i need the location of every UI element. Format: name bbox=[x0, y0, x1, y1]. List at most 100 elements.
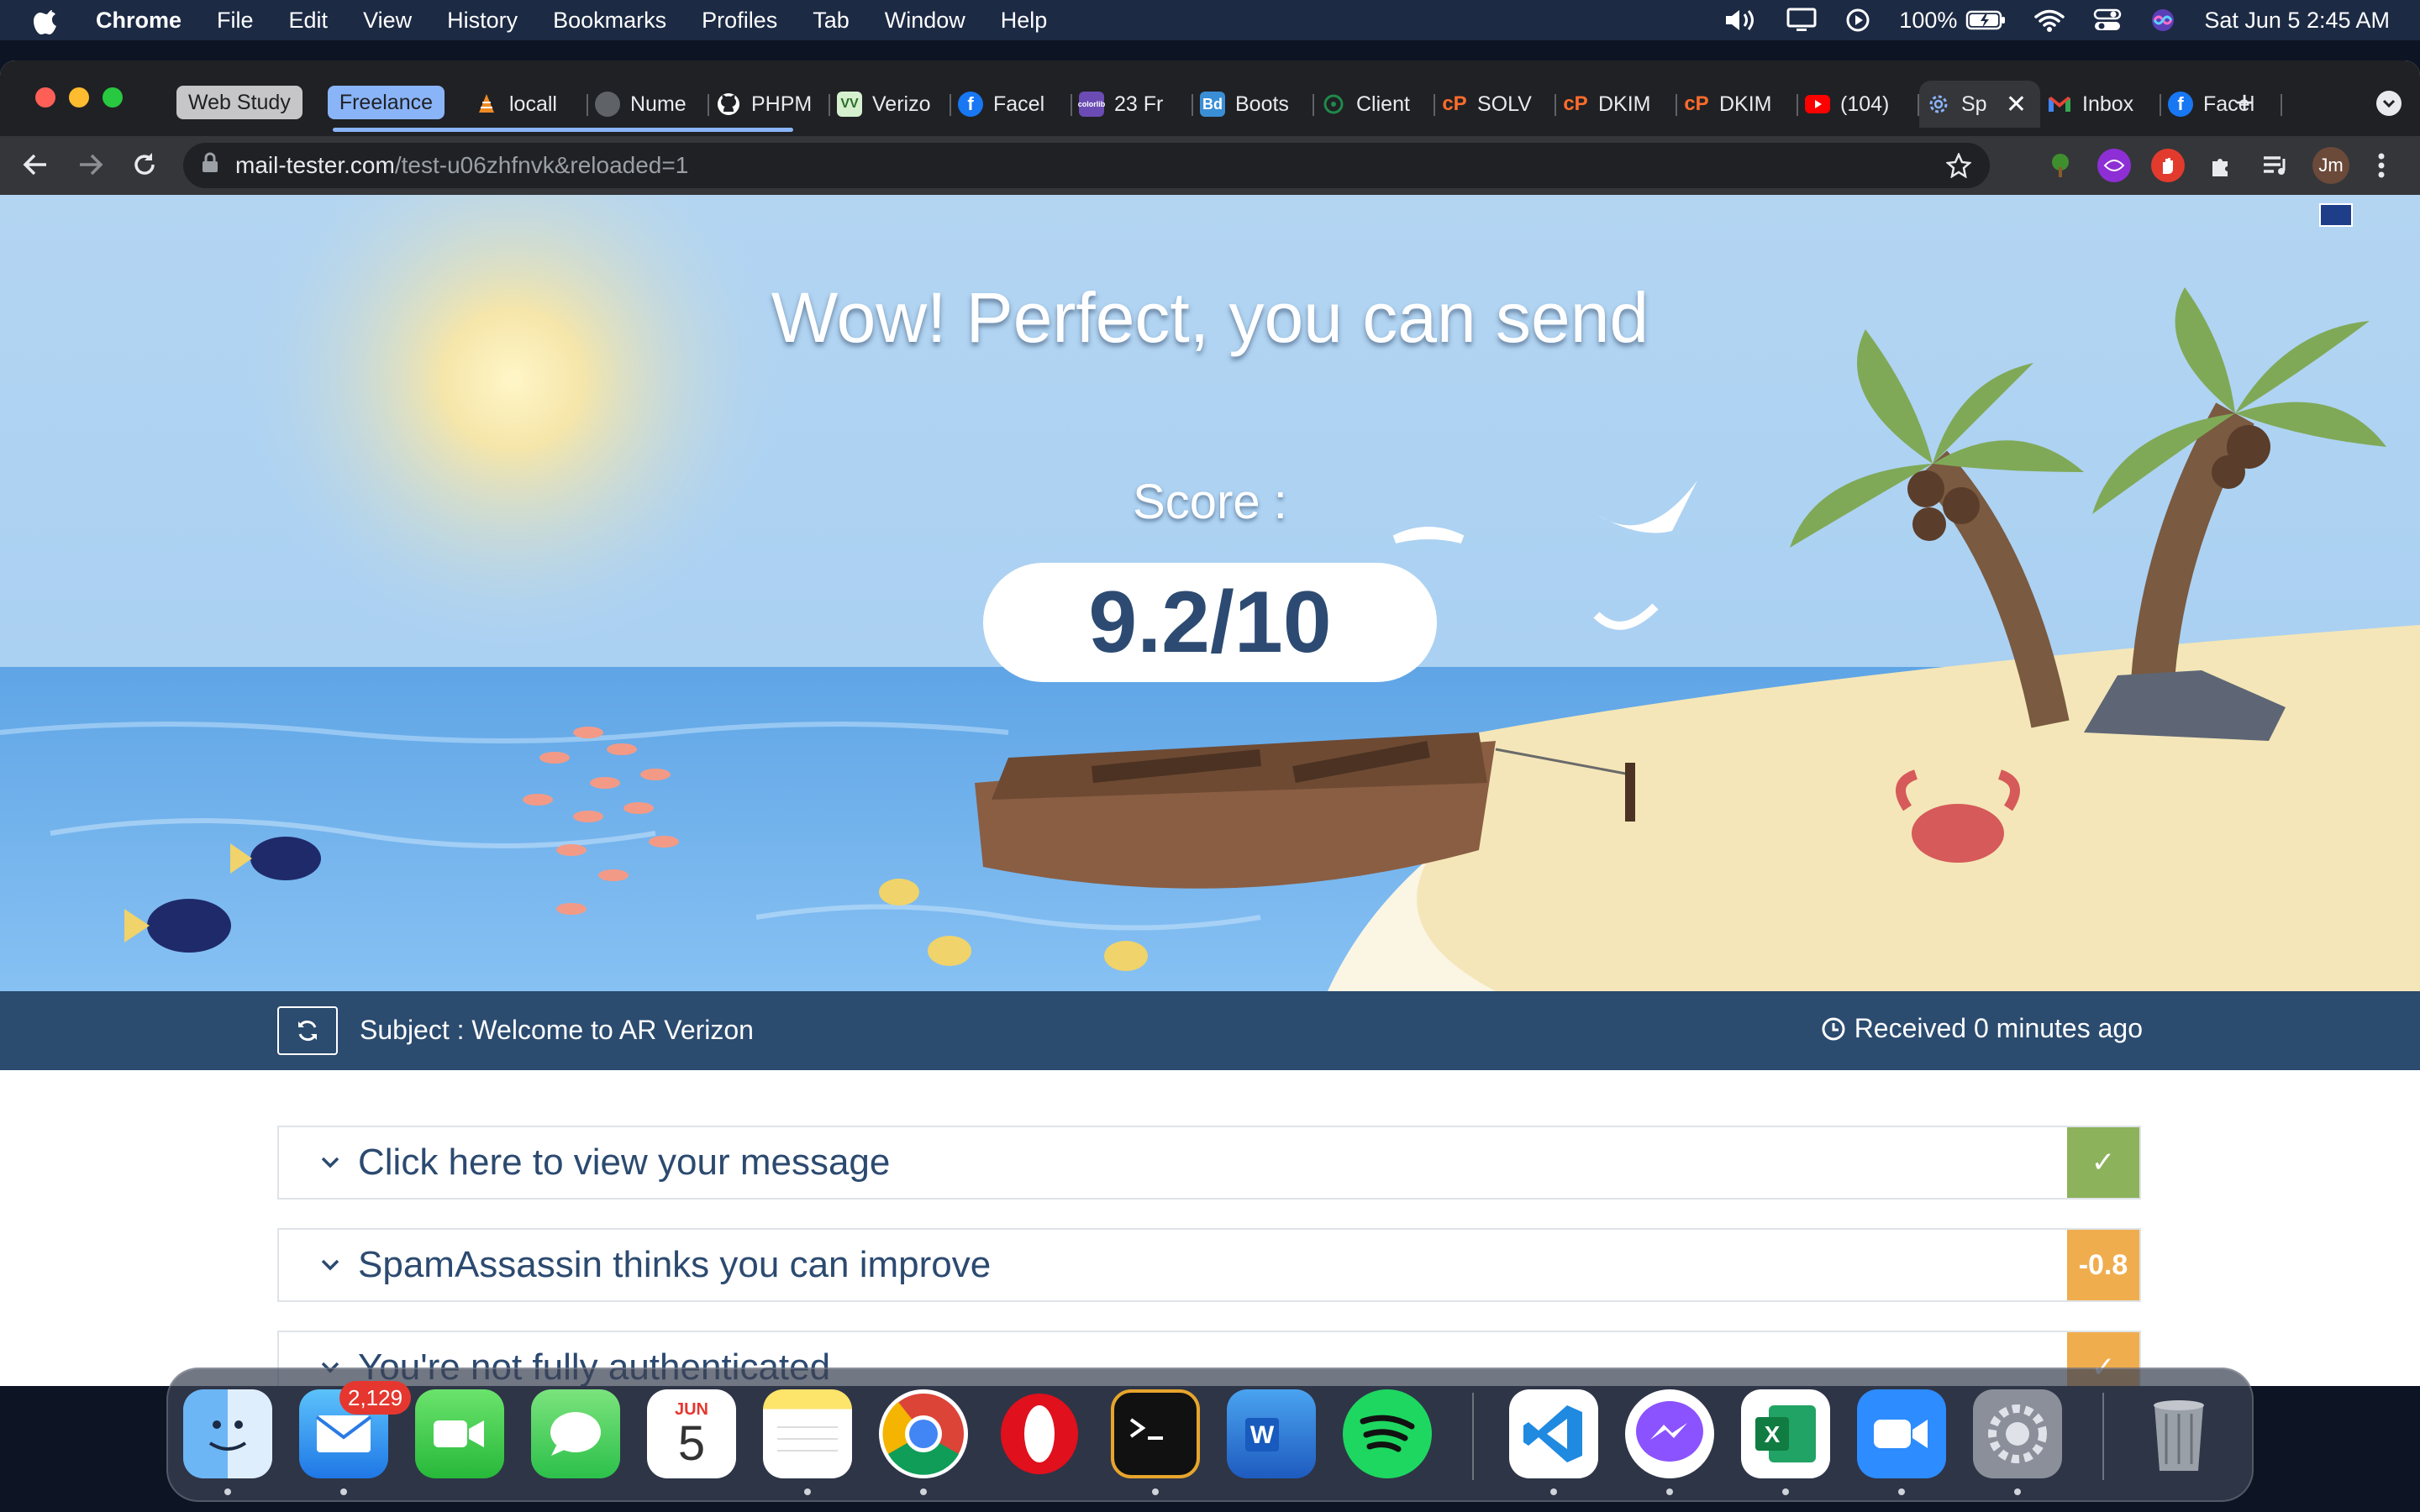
back-arrow-icon[interactable] bbox=[18, 148, 52, 181]
purple-extension-icon[interactable] bbox=[2097, 149, 2131, 182]
minimize-window-button[interactable] bbox=[69, 87, 89, 108]
address-bar[interactable]: mail-tester.com/test-u06zhfnvk&reloaded=… bbox=[183, 143, 1990, 188]
tab-dkim-2[interactable]: cP DKIM bbox=[1677, 81, 1798, 128]
opera-icon[interactable] bbox=[995, 1389, 1084, 1478]
apple-logo-icon[interactable] bbox=[34, 5, 60, 35]
new-tab-plus-icon[interactable]: + bbox=[2235, 87, 2254, 119]
close-window-button[interactable] bbox=[35, 87, 55, 108]
tab-label: SOLV bbox=[1477, 92, 1532, 116]
tab-label: Sp bbox=[1961, 92, 1987, 116]
macos-dock: 2,129 JUN 5 W X bbox=[166, 1368, 2254, 1502]
dock-running-indicator bbox=[2014, 1488, 2021, 1495]
url-path: /test-u06zhfnvk&reloaded=1 bbox=[394, 152, 689, 178]
result-view-message[interactable]: Click here to view your message ✓ bbox=[277, 1126, 2141, 1200]
tab-group-web-study[interactable]: Web Study bbox=[176, 86, 302, 119]
dock-running-indicator bbox=[920, 1488, 927, 1495]
lock-icon[interactable] bbox=[202, 152, 218, 180]
tab-label: DKIM bbox=[1598, 92, 1651, 116]
menu-view[interactable]: View bbox=[363, 8, 412, 34]
tab-localhost[interactable]: locall bbox=[467, 81, 588, 128]
zoom-icon[interactable] bbox=[1857, 1389, 1946, 1478]
menu-tab[interactable]: Tab bbox=[813, 8, 850, 34]
calendar-icon[interactable]: JUN 5 bbox=[647, 1389, 736, 1478]
result-title: Click here to view your message bbox=[358, 1142, 891, 1183]
dock-running-indicator bbox=[1152, 1488, 1159, 1495]
tab-mail-tester-active[interactable]: Sp ✕ bbox=[1919, 81, 2040, 128]
menubar-status-area: 100% Sat Jun 5 2:45 AM bbox=[1696, 0, 2390, 40]
menu-help[interactable]: Help bbox=[1001, 8, 1048, 34]
profile-avatar[interactable]: Jm bbox=[2312, 147, 2349, 184]
cpanel-icon: cP bbox=[1442, 92, 1467, 115]
tab-label: Nume bbox=[630, 92, 687, 116]
beach-hero-banner: Wow! Perfect, you can send Score : 9.2/1… bbox=[0, 195, 2420, 991]
zoom-window-button[interactable] bbox=[103, 87, 123, 108]
score-label: Score : bbox=[1133, 475, 1287, 529]
notes-icon[interactable] bbox=[763, 1389, 852, 1478]
tab-strip: Web Study Freelance locall Nume PHPM VV … bbox=[0, 60, 2420, 136]
tab-nume[interactable]: Nume bbox=[588, 81, 709, 128]
reload-icon[interactable] bbox=[128, 148, 161, 181]
reading-list-icon[interactable] bbox=[2259, 149, 2292, 182]
siri-icon[interactable] bbox=[2150, 8, 2175, 33]
puzzle-extensions-icon[interactable] bbox=[2205, 149, 2238, 182]
menu-app-chrome[interactable]: Chrome bbox=[96, 8, 182, 34]
word-icon[interactable]: W bbox=[1227, 1389, 1316, 1478]
finder-icon[interactable] bbox=[183, 1389, 272, 1478]
tab-youtube[interactable]: (104) bbox=[1798, 81, 1919, 128]
system-preferences-gear-icon[interactable] bbox=[1973, 1389, 2062, 1478]
cpanel-icon: cP bbox=[1563, 92, 1588, 115]
chrome-window: Web Study Freelance locall Nume PHPM VV … bbox=[0, 60, 2420, 1386]
tab-facebook-2[interactable]: f Facel bbox=[2161, 81, 2282, 128]
chevron-down-icon bbox=[321, 1259, 339, 1271]
tab-facebook[interactable]: f Facel bbox=[951, 81, 1072, 128]
chrome-icon[interactable] bbox=[879, 1389, 968, 1478]
bookmark-star-icon[interactable] bbox=[1945, 151, 1972, 184]
terminal-icon[interactable] bbox=[1111, 1389, 1200, 1478]
stop-hand-extension-icon[interactable] bbox=[2151, 149, 2185, 182]
dock-running-indicator bbox=[1550, 1488, 1557, 1495]
display-icon[interactable] bbox=[1786, 8, 1817, 33]
control-center-icon[interactable] bbox=[2093, 8, 2122, 33]
tab-client[interactable]: Client bbox=[1314, 81, 1435, 128]
subject-bar: Subject : Welcome to AR Verizon Received… bbox=[0, 991, 2420, 1070]
tab-colorlib[interactable]: colorlib 23 Fr bbox=[1072, 81, 1193, 128]
trash-icon[interactable] bbox=[2134, 1389, 2223, 1478]
forward-arrow-icon[interactable] bbox=[74, 148, 108, 181]
tab-bootstrap[interactable]: Bd Boots bbox=[1193, 81, 1314, 128]
tab-verizon[interactable]: VV Verizo bbox=[830, 81, 951, 128]
youtube-icon bbox=[1805, 92, 1830, 117]
refresh-button[interactable] bbox=[277, 1006, 338, 1055]
menu-file[interactable]: File bbox=[217, 8, 254, 34]
play-circle-icon[interactable] bbox=[1845, 8, 1870, 33]
tab-solv[interactable]: cP SOLV bbox=[1435, 81, 1556, 128]
tab-label: 23 Fr bbox=[1114, 92, 1164, 116]
excel-icon[interactable]: X bbox=[1741, 1389, 1830, 1478]
wifi-icon[interactable] bbox=[2034, 8, 2065, 32]
uk-flag-language-icon[interactable] bbox=[2319, 203, 2353, 227]
menu-edit[interactable]: Edit bbox=[289, 8, 329, 34]
tab-dkim-1[interactable]: cP DKIM bbox=[1556, 81, 1677, 128]
menu-profiles[interactable]: Profiles bbox=[702, 8, 777, 34]
tab-gmail-inbox[interactable]: Inbox bbox=[2040, 81, 2161, 128]
tab-groups: Web Study Freelance bbox=[176, 86, 470, 119]
tab-label: Inbox bbox=[2082, 92, 2134, 116]
email-subject: Subject : Welcome to AR Verizon bbox=[360, 1015, 754, 1045]
tab-phpmailer[interactable]: PHPM bbox=[709, 81, 830, 128]
volume-icon[interactable] bbox=[1724, 8, 1758, 32]
vscode-icon[interactable] bbox=[1509, 1389, 1598, 1478]
close-tab-icon[interactable]: ✕ bbox=[2006, 90, 2027, 119]
messenger-icon[interactable] bbox=[1625, 1389, 1714, 1478]
menu-history[interactable]: History bbox=[447, 8, 518, 34]
battery-icon[interactable] bbox=[1965, 9, 2006, 31]
menu-bookmarks[interactable]: Bookmarks bbox=[553, 8, 666, 34]
more-menu-icon[interactable] bbox=[2365, 149, 2398, 182]
menu-window[interactable]: Window bbox=[885, 8, 965, 34]
spotify-icon[interactable] bbox=[1343, 1389, 1432, 1478]
result-spamassassin[interactable]: SpamAssassin thinks you can improve -0.8 bbox=[277, 1228, 2141, 1302]
facetime-icon[interactable] bbox=[415, 1389, 504, 1478]
messages-icon[interactable] bbox=[531, 1389, 620, 1478]
menubar-clock[interactable]: Sat Jun 5 2:45 AM bbox=[2204, 8, 2390, 34]
tab-group-freelance[interactable]: Freelance bbox=[327, 86, 445, 119]
tree-extension-icon[interactable] bbox=[2044, 149, 2077, 182]
tab-search-chevron-icon[interactable] bbox=[2376, 91, 2402, 116]
